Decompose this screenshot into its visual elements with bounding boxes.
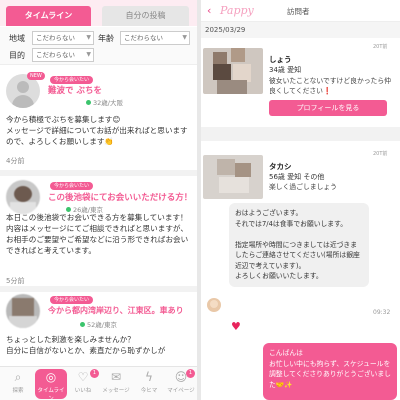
nav-messages[interactable]: ✉ メッセージ [101,370,131,394]
visitors-screen: ‹ Pappy 訪問者 2025/03/29 20T前 しょう 34歳 愛知 彼… [201,0,400,400]
timeline-post[interactable]: 今から会いたい この後池袋にてお会いいただける方！ 26歳/東京 本日この後池袋… [0,176,197,285]
post-body: 本日この後池袋でお会いできる方を募集しています！ 内容はメッセージにてご相談でき… [6,213,189,255]
avatar[interactable] [6,180,40,214]
new-badge: NEW [27,72,45,80]
visit-time: 20T前 [373,151,388,157]
nav-timeline[interactable]: ◎ タイムライン [36,370,66,400]
header: ‹ Pappy 訪問者 [201,0,400,22]
post-body: 今から積極でぶちを募集します😊 メッセージで詳細についてお話が出来ればと思います… [6,115,188,146]
back-icon[interactable]: ‹ [207,4,211,17]
avatar[interactable] [6,294,40,328]
post-title[interactable]: 難波で ぶちを [48,84,102,96]
post-body: ちょっとした刺激を楽しみませんか？ 自分に自信がないとか、素直だから恥ずかしが [6,335,166,355]
online-indicator [86,100,91,105]
heart-icon[interactable]: ♥ [231,320,241,333]
chevron-down-icon: ▼ [182,34,187,41]
incoming-message: おはようございます。 それでは7/4は食事でお願いします。 指定場所や時間につき… [229,203,369,287]
mail-icon: ✉ [110,370,122,384]
message-time: 09:32 [373,309,391,316]
heart-icon: ♡ [77,370,89,384]
area-label: 地域 [9,34,25,43]
timeline-screen: タイムライン 自分の投稿 地域 こだわらない ▼ 年齢 こだわらない ▼ 目的 こだ… [0,0,197,400]
visitor-name: しょう [269,55,292,64]
lightning-icon: ϟ [145,370,153,384]
visitor-info: 56歳 愛知 その他 [269,173,325,181]
visitor-name: タカシ [269,162,292,171]
visit-time: 20T前 [373,44,388,50]
view-profile-button[interactable]: プロフィールを見る [269,100,387,116]
divider [201,127,400,141]
tab-bar: タイムライン 自分の投稿 [0,0,197,26]
post-tag: 今から会いたい [50,182,94,190]
mypage-badge: 1 [186,369,195,378]
chevron-down-icon: ▼ [86,34,91,41]
profile-photo[interactable] [203,155,263,199]
visitor-message: 楽しく過ごしましょう [269,183,337,191]
post-tag: 今から会いたい [50,76,94,84]
nav-search[interactable]: ⌕ 探索 [3,370,33,394]
filter-panel: 地域 こだわらない ▼ 年齢 こだわらない ▼ 目的 こだわらない ▼ [0,27,197,65]
likes-badge: 1 [90,369,99,378]
visitor-message: 彼女いたことないですけど良かったら仲良くしてください❗ [269,77,391,95]
post-title[interactable]: 今から都内湾岸辺り、江東区。車あり [48,305,184,316]
age-label: 年齢 [98,34,114,43]
online-indicator [80,322,85,327]
visitor-info: 34歳 愛知 [269,66,302,74]
post-meta: 52歳/東京 [80,319,117,329]
post-time: 4分前 [6,157,25,165]
post-tag: 今から会いたい [50,296,94,304]
timeline-post[interactable]: 今から会いたい 今から都内湾岸辺り、江東区。車あり 52歳/東京 ちょっとした刺… [0,292,197,366]
timeline-icon: ◎ [45,370,57,384]
visitor-card[interactable]: 20T前 タカシ 56歳 愛知 その他 楽しく過ごしましょう [201,141,400,201]
timeline-post[interactable]: NEW 今から会いたい 難波で ぶちを 32歳/大阪 今から積極でぶちを募集しま… [0,66,197,166]
age-select[interactable]: こだわらない ▼ [120,31,190,45]
nav-now-free[interactable]: ϟ 今ヒマ [134,370,164,394]
page-title: 訪問者 [287,7,310,16]
outgoing-message: こんばんは お忙しい中にも拘らず、スケジュールを調整してくださりありがとうござい… [263,343,397,400]
date-header: 2025/03/29 [201,22,400,38]
purpose-label: 目的 [9,51,25,60]
sender-avatar[interactable] [207,298,221,312]
chevron-down-icon: ▼ [86,51,91,58]
post-time: 5分前 [6,277,25,285]
bottom-nav: ⌕ 探索 ◎ タイムライン ♡ いいね 1 ✉ メッセージ ϟ 今ヒマ ☺ マイ… [0,366,197,400]
visitor-card[interactable]: 20T前 しょう 34歳 愛知 彼女いたことないですけど良かったら仲良くしてくだ… [201,38,400,122]
app-logo: Pappy [220,4,254,17]
post-title[interactable]: この後池袋にてお会いいただける方！ [48,191,192,203]
area-select[interactable]: こだわらない ▼ [32,31,94,45]
post-meta: 32歳/大阪 [86,97,123,107]
search-icon: ⌕ [14,370,22,384]
tab-timeline[interactable]: タイムライン [6,6,91,26]
profile-photo[interactable] [203,48,263,94]
tab-my-posts[interactable]: 自分の投稿 [102,6,189,26]
purpose-select[interactable]: こだわらない ▼ [32,48,94,62]
